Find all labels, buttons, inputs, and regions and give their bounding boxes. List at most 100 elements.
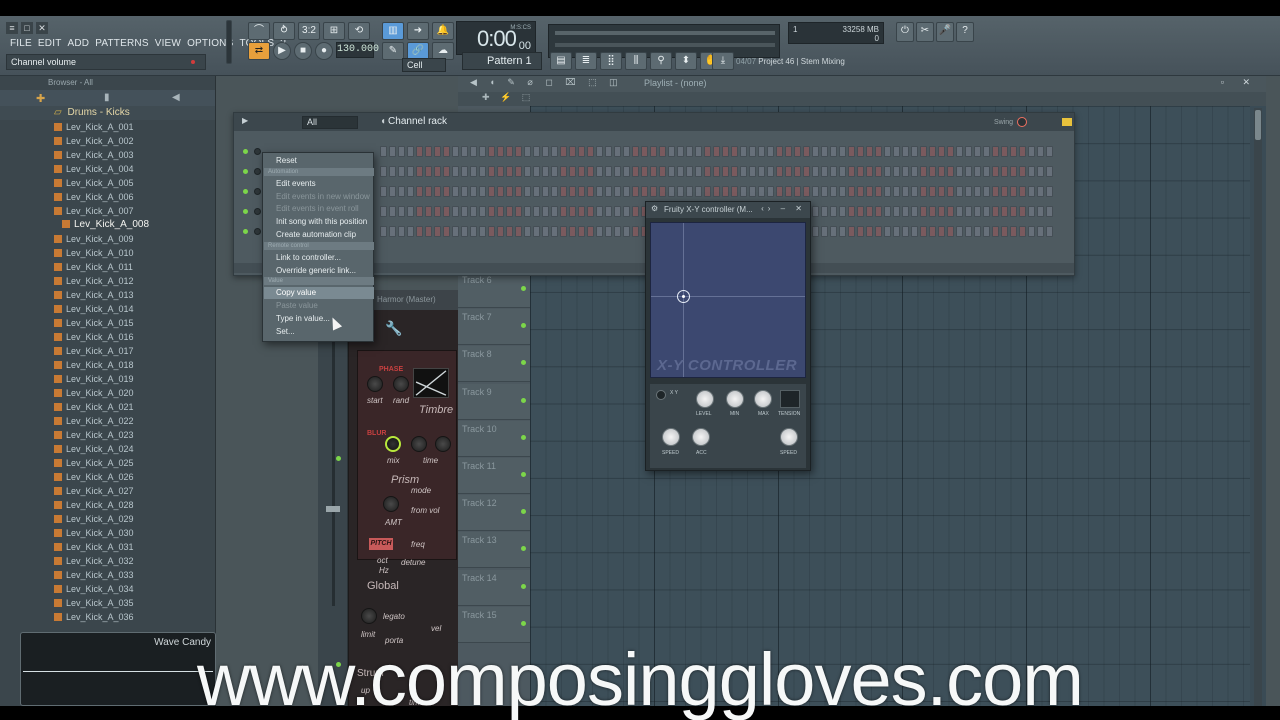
step-button[interactable]: [893, 166, 900, 177]
mixer-fader-track[interactable]: [332, 306, 335, 606]
step-button[interactable]: [704, 166, 711, 177]
step-button[interactable]: [902, 166, 909, 177]
step-button[interactable]: [443, 226, 450, 237]
step-button[interactable]: [965, 226, 972, 237]
phase-rand-knob[interactable]: [393, 376, 409, 392]
step-button[interactable]: [920, 206, 927, 217]
step-button[interactable]: [812, 146, 819, 157]
step-button[interactable]: [812, 226, 819, 237]
track-header[interactable]: Track 6: [458, 272, 530, 308]
blend-notes-icon[interactable]: 3:2: [298, 22, 320, 40]
step-button[interactable]: [848, 226, 855, 237]
step-button[interactable]: [1001, 186, 1008, 197]
step-button[interactable]: [650, 146, 657, 157]
channel-pan-knob[interactable]: [254, 228, 261, 235]
channel-enable-led-icon[interactable]: [243, 169, 248, 174]
xy-cursor-point[interactable]: [677, 290, 690, 303]
arrow-right-icon[interactable]: ➜: [407, 22, 429, 40]
step-button[interactable]: [1010, 206, 1017, 217]
step-button[interactable]: [632, 206, 639, 217]
step-button[interactable]: [767, 186, 774, 197]
step-button[interactable]: [749, 146, 756, 157]
menu-item-view[interactable]: VIEW: [155, 38, 181, 49]
step-button[interactable]: [875, 166, 882, 177]
step-button[interactable]: [983, 226, 990, 237]
step-button[interactable]: [758, 166, 765, 177]
swing-knob[interactable]: [1017, 117, 1028, 127]
step-button[interactable]: [920, 186, 927, 197]
step-button[interactable]: [650, 186, 657, 197]
step-button[interactable]: [461, 206, 468, 217]
browser-file-item[interactable]: Lev_Kick_A_005: [0, 176, 215, 190]
step-button[interactable]: [659, 166, 666, 177]
step-button[interactable]: [1037, 186, 1044, 197]
step-button[interactable]: [551, 186, 558, 197]
channel-filter-select[interactable]: All: [302, 116, 358, 129]
step-button[interactable]: [668, 146, 675, 157]
step-button[interactable]: [614, 226, 621, 237]
context-menu-item-reset[interactable]: Reset: [264, 155, 374, 167]
step-button[interactable]: [803, 146, 810, 157]
step-button[interactable]: [524, 166, 531, 177]
browser-file-item[interactable]: Lev_Kick_A_013: [0, 288, 215, 302]
step-button[interactable]: [398, 206, 405, 217]
step-button[interactable]: [497, 186, 504, 197]
step-button[interactable]: [641, 186, 648, 197]
step-button[interactable]: [1037, 226, 1044, 237]
step-button[interactable]: [533, 226, 540, 237]
step-button[interactable]: [911, 146, 918, 157]
phase-start-knob[interactable]: [367, 376, 383, 392]
step-button[interactable]: [605, 146, 612, 157]
step-button[interactable]: [623, 206, 630, 217]
step-button[interactable]: [416, 166, 423, 177]
step-button[interactable]: [434, 146, 441, 157]
step-button[interactable]: [389, 226, 396, 237]
step-button[interactable]: [605, 206, 612, 217]
microphone-icon[interactable]: 🎤: [936, 22, 954, 42]
step-button[interactable]: [1010, 226, 1017, 237]
step-button[interactable]: [974, 206, 981, 217]
browser-file-item[interactable]: Lev_Kick_A_026: [0, 470, 215, 484]
menu-item-file[interactable]: FILE: [10, 38, 32, 49]
step-button[interactable]: [938, 166, 945, 177]
browser-file-item[interactable]: Lev_Kick_A_018: [0, 358, 215, 372]
step-button[interactable]: [839, 206, 846, 217]
step-button[interactable]: [929, 206, 936, 217]
step-button[interactable]: [938, 226, 945, 237]
tempo-display[interactable]: 130.000: [336, 42, 379, 58]
menu-item-edit[interactable]: EDIT: [38, 38, 62, 49]
tension-display[interactable]: [780, 390, 800, 408]
step-button[interactable]: [470, 146, 477, 157]
step-button[interactable]: [983, 206, 990, 217]
browser-file-item[interactable]: Lev_Kick_A_017: [0, 344, 215, 358]
min-knob[interactable]: [726, 390, 744, 408]
step-button[interactable]: [992, 146, 999, 157]
step-button[interactable]: [461, 166, 468, 177]
step-button[interactable]: [560, 166, 567, 177]
step-button[interactable]: [524, 226, 531, 237]
step-button[interactable]: [632, 226, 639, 237]
play-button[interactable]: ▶: [273, 42, 291, 60]
step-button[interactable]: [551, 166, 558, 177]
step-button[interactable]: [416, 226, 423, 237]
playlist-vertical-scrollbar[interactable]: [1254, 108, 1262, 706]
browser-folder[interactable]: ▱ Drums - Kicks: [0, 106, 215, 120]
browser-file-item[interactable]: Lev_Kick_A_035: [0, 596, 215, 610]
step-button[interactable]: [848, 146, 855, 157]
playlist-tool-icons[interactable]: ◀ ◖ ✎ ⌀ ◻ ⌧ ⬚ ◫: [470, 77, 623, 88]
step-button[interactable]: [839, 186, 846, 197]
track-mute-led-icon[interactable]: [521, 286, 526, 291]
step-button[interactable]: [857, 186, 864, 197]
step-button[interactable]: [470, 226, 477, 237]
track-mute-led-icon[interactable]: [521, 583, 526, 589]
step-button[interactable]: [587, 206, 594, 217]
step-button[interactable]: [542, 186, 549, 197]
browser-file-item[interactable]: Lev_Kick_A_004: [0, 162, 215, 176]
step-button[interactable]: [1019, 186, 1026, 197]
step-button[interactable]: [398, 226, 405, 237]
browser-file-item[interactable]: Lev_Kick_A_021: [0, 400, 215, 414]
blur-knob[interactable]: [411, 436, 427, 452]
song-time-display[interactable]: 0:00 M:S:CS 00: [456, 21, 536, 55]
step-button[interactable]: [425, 226, 432, 237]
step-button[interactable]: [1037, 146, 1044, 157]
